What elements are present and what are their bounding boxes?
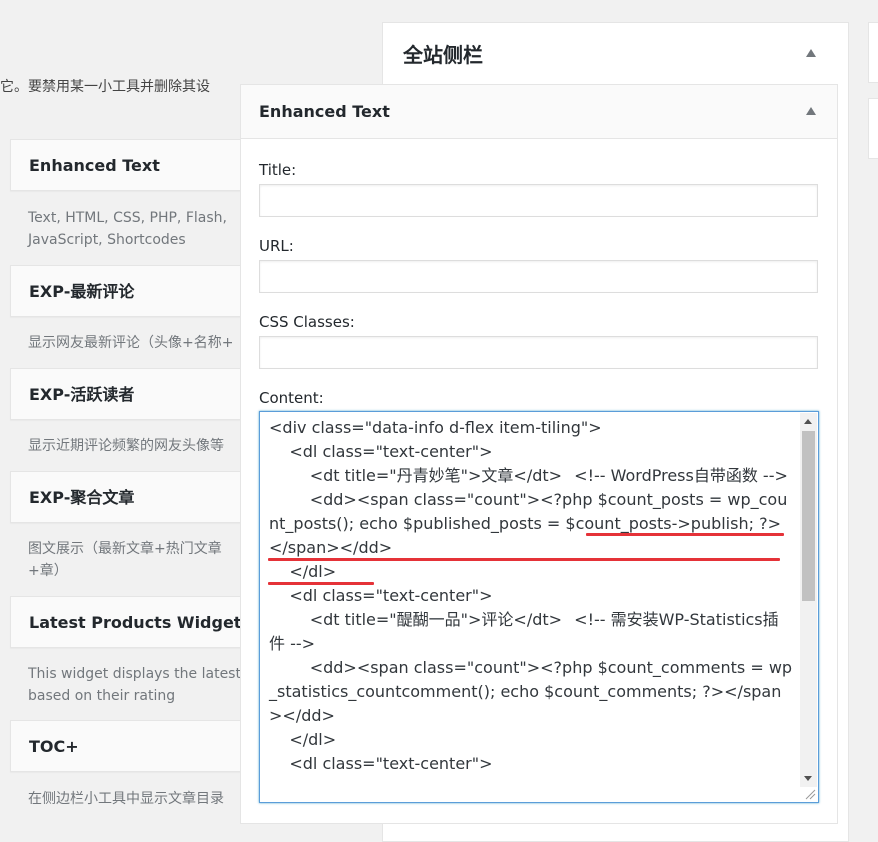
content-textarea[interactable]: <div class="data-info d-flex item-tiling…	[259, 411, 819, 803]
highlight-underline	[586, 533, 784, 536]
widget-exp-latest-comments[interactable]: EXP-最新评论	[10, 265, 250, 317]
widget-toc-plus[interactable]: TOC+	[10, 720, 250, 772]
url-label: URL:	[259, 237, 294, 255]
widget-title: EXP-活跃读者	[29, 385, 135, 404]
css-classes-label: CSS Classes:	[259, 313, 355, 331]
highlight-underline	[268, 582, 374, 585]
content-code: <div class="data-info d-flex item-tiling…	[269, 418, 793, 773]
widget-desc: This widget displays the latest products…	[28, 663, 240, 707]
widget-latest-products[interactable]: Latest Products Widget	[10, 596, 250, 648]
widget-title: TOC+	[29, 737, 79, 756]
resize-handle-icon[interactable]	[804, 788, 816, 800]
widget-editor: Enhanced Text Title: URL: CSS Classes: C…	[240, 84, 838, 824]
widget-title: Enhanced Text	[29, 156, 160, 175]
collapse-arrow-icon[interactable]	[806, 49, 816, 57]
widget-title: EXP-聚合文章	[29, 488, 135, 507]
widget-title: Latest Products Widget	[29, 613, 242, 632]
widget-exp-aggregate-posts[interactable]: EXP-聚合文章	[10, 471, 250, 523]
scroll-thumb[interactable]	[802, 431, 815, 601]
widget-desc: 显示网友最新评论（头像+名称+	[28, 335, 234, 351]
widget-title: EXP-最新评论	[29, 282, 135, 301]
scroll-down-icon[interactable]	[804, 776, 812, 781]
secondary-sidebar-panel	[868, 98, 878, 159]
sidebar-title: 全站侧栏	[403, 43, 483, 67]
widget-desc: 在侧边栏小工具中显示文章目录	[28, 791, 224, 807]
widget-desc-text: This widget displays the latest products…	[28, 666, 240, 704]
collapse-arrow-icon[interactable]	[806, 107, 816, 115]
intro-text: 它。要禁用某一小工具并删除其设	[0, 79, 210, 95]
widget-desc: 显示近期评论频繁的网友头像等	[28, 438, 224, 454]
content-label: Content:	[259, 389, 324, 407]
textarea-scrollbar[interactable]	[800, 413, 817, 787]
title-input[interactable]	[259, 184, 818, 217]
url-input[interactable]	[259, 260, 818, 293]
widget-exp-active-readers[interactable]: EXP-活跃读者	[10, 368, 250, 420]
title-label: Title:	[259, 161, 297, 179]
css-classes-input[interactable]	[259, 336, 818, 369]
widget-desc: Text, HTML, CSS, PHP, Flash, JavaScript,…	[28, 210, 227, 248]
editor-title: Enhanced Text	[259, 102, 390, 121]
editor-header[interactable]: Enhanced Text	[241, 85, 837, 139]
widget-enhanced-text[interactable]: Enhanced Text	[10, 139, 250, 191]
secondary-sidebar-panel	[868, 22, 878, 83]
widget-desc: 图文展示（最新文章+热门文章+章）	[28, 541, 222, 579]
highlight-underline	[268, 558, 780, 561]
scroll-up-icon[interactable]	[804, 419, 812, 424]
